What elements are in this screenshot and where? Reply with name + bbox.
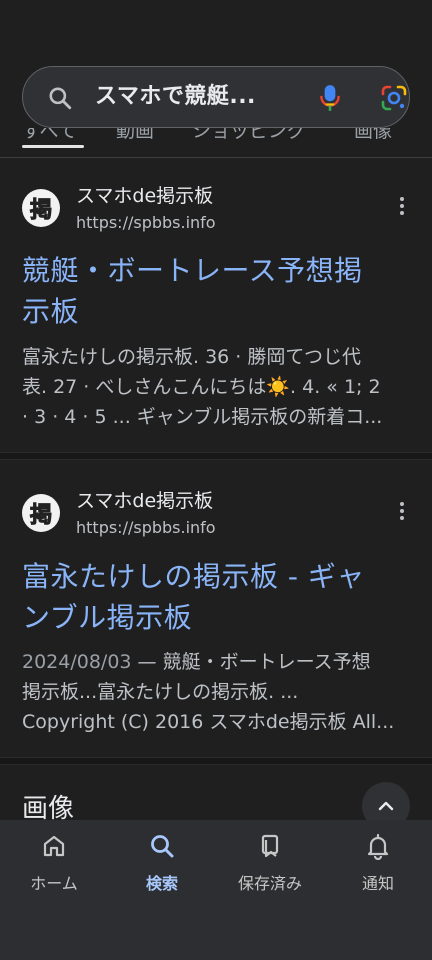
search-bar[interactable]: スマホで競艇... (22, 66, 410, 128)
nav-home[interactable]: ホーム (0, 820, 108, 910)
nav-notifications[interactable]: 通知 (324, 820, 432, 910)
tab-videos[interactable]: 動画 (116, 128, 154, 143)
tabs-divider (0, 157, 432, 158)
search-icon (151, 835, 174, 858)
result-site-name[interactable]: スマホde掲示板 (76, 486, 213, 513)
site-favicon: 掲 (22, 494, 60, 532)
bottom-navigation: ホーム 検索 保存済み 通知 (0, 820, 432, 960)
nav-home-label: ホーム (30, 874, 78, 893)
chevron-up-icon (378, 801, 394, 811)
result-separator (0, 452, 432, 460)
more-options-icon[interactable] (392, 499, 412, 523)
mic-icon[interactable] (317, 83, 343, 113)
result-date: 2024/08/03 (22, 651, 132, 673)
nav-notifications-label: 通知 (361, 874, 394, 893)
tab-shopping[interactable]: ショッピング (192, 128, 306, 143)
bell-icon (367, 833, 389, 860)
active-tab-indicator (22, 145, 84, 148)
more-options-icon[interactable] (392, 194, 412, 218)
result-snippet: 2024/08/03 — 競艇・ボートレース予想 掲示板...富永たけしの掲示板… (22, 651, 395, 733)
nav-search-label: 検索 (145, 874, 178, 893)
saved-icon (261, 834, 279, 858)
result-url[interactable]: https://spbbs.info (76, 518, 216, 537)
nav-search[interactable]: 検索 (108, 820, 216, 910)
result-separator (0, 757, 432, 765)
nav-saved-label: 保存済み (237, 874, 302, 893)
tab-all[interactable]: すべて (22, 128, 77, 143)
search-tabs: すべて 動画 ショッピング 画像 (0, 128, 432, 150)
result-snippet: 富永たけしの掲示板. 36 · 勝岡てつじ代 表. 27 · べしさんこんにちは… (22, 346, 383, 428)
search-query[interactable]: スマホで競艇... (95, 67, 256, 127)
home-icon (43, 835, 65, 857)
result-site-name[interactable]: スマホde掲示板 (76, 181, 213, 208)
result-url[interactable]: https://spbbs.info (76, 213, 216, 232)
search-icon (49, 87, 72, 110)
google-lens-icon[interactable] (379, 83, 409, 113)
nav-saved[interactable]: 保存済み (216, 820, 324, 910)
result-title[interactable]: 富永たけしの掲示板 - ギャ ンブル掲示板 (22, 556, 412, 638)
tab-images[interactable]: 画像 (354, 128, 392, 143)
site-favicon: 掲 (22, 189, 60, 227)
result-title[interactable]: 競艇・ボートレース予想掲 示板 (22, 250, 412, 332)
